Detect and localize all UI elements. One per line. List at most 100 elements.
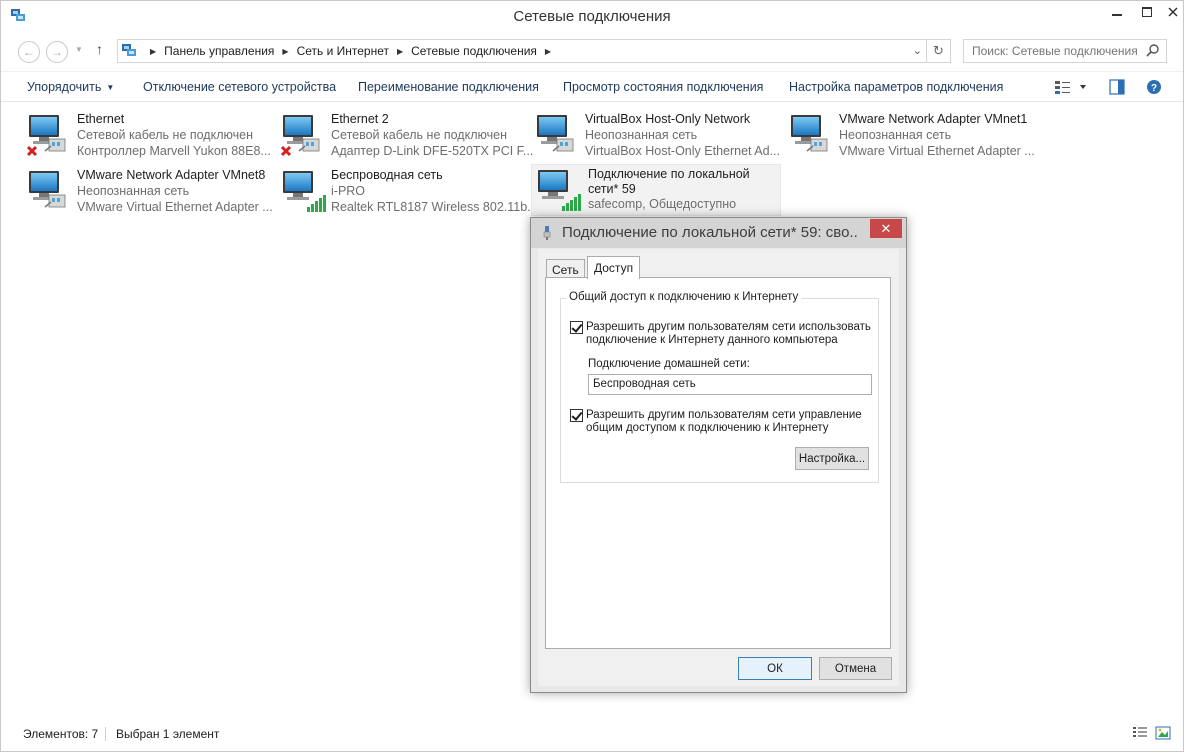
connection-device: VMware Virtual Ethernet Adapter ...: [77, 200, 273, 214]
network-adapter-icon: [543, 226, 551, 240]
connection-name: VirtualBox Host-Only Network: [585, 112, 751, 126]
address-bar[interactable]: ▶ Панель управления ▶ Сеть и Интернет ▶ …: [117, 39, 927, 63]
change-view-button[interactable]: [1053, 79, 1093, 98]
connection-status: safecomp, Общедоступно: [588, 197, 737, 211]
search-input[interactable]: [964, 40, 1140, 62]
group-title: Общий доступ к подключению к Интернету: [566, 291, 802, 303]
help-button[interactable]: ?: [1146, 79, 1162, 98]
tab-sharing[interactable]: Доступ: [587, 256, 641, 279]
rename-connection-button[interactable]: Переименование подключения: [358, 80, 539, 94]
ics-group: Общий доступ к подключению к Интернету Р…: [560, 291, 879, 483]
connection-item-ethernet-2[interactable]: Ethernet 2 Сетевой кабель не подключен А…: [279, 109, 533, 165]
connection-item-wireless[interactable]: Беспроводная сеть i-PRO Realtek RTL8187 …: [279, 165, 538, 221]
command-bar: Упорядочить ▼ Отключение сетевого устройс…: [1, 71, 1183, 102]
ics-settings-button[interactable]: Настройка...: [795, 447, 869, 470]
arrow-up-icon: ↑: [96, 41, 103, 57]
window-title: Сетевые подключения: [513, 8, 671, 25]
wired-disconnected-icon: [280, 111, 329, 157]
close-icon: [1168, 6, 1178, 17]
maximize-icon: [1142, 6, 1152, 17]
arrow-left-icon: ←: [23, 45, 35, 59]
arrow-right-icon: →: [51, 45, 63, 59]
refresh-icon: ↻: [933, 43, 944, 58]
connection-device: VMware Virtual Ethernet Adapter ...: [839, 144, 1035, 158]
selection-count: Выбран 1 элемент: [116, 727, 220, 741]
dialog-title: Подключение по локальной сети* 59: сво..…: [562, 224, 858, 241]
connection-item-vmnet1[interactable]: VMware Network Adapter VMnet1 Неопознанн…: [787, 109, 1037, 165]
control-panel-icon: [122, 44, 136, 56]
change-settings-button[interactable]: Настройка параметров подключения: [789, 80, 1003, 94]
home-network-select[interactable]: Беспроводная сеть: [588, 374, 872, 395]
organize-menu[interactable]: Упорядочить ▼: [27, 80, 114, 94]
connection-item-vmnet8[interactable]: VMware Network Adapter VMnet8 Неопознанн…: [25, 165, 273, 221]
connection-name-line2: сети* 59: [588, 182, 636, 196]
connection-status: Сетевой кабель не подключен: [331, 128, 507, 142]
status-bar: Элементов: 7 Выбран 1 элемент: [1, 723, 1183, 745]
breadcrumb-network-internet[interactable]: Сеть и Интернет: [297, 44, 389, 58]
maximize-button[interactable]: [1133, 1, 1161, 22]
close-button[interactable]: [1162, 1, 1184, 22]
search-icon[interactable]: [1146, 43, 1160, 57]
connection-name: Ethernet: [77, 112, 125, 126]
tab-network[interactable]: Сеть: [546, 259, 585, 278]
ok-button[interactable]: ОК: [738, 657, 812, 680]
up-button[interactable]: ↑: [96, 41, 103, 57]
dialog-body: Сеть Доступ Общий доступ к подключению к…: [538, 249, 899, 686]
allow-control-label[interactable]: Разрешить другим пользователям сети упра…: [586, 409, 876, 435]
details-view-icon[interactable]: [1132, 726, 1148, 740]
organize-label: Упорядочить: [27, 80, 102, 94]
minimize-button[interactable]: [1103, 1, 1131, 22]
sharing-tab-panel: Общий доступ к подключению к Интернету Р…: [545, 277, 891, 649]
connection-status: i-PRO: [331, 184, 366, 198]
allow-share-checkbox[interactable]: [570, 321, 583, 334]
wired-connected-icon: [25, 167, 75, 215]
dialog-close-button[interactable]: ✕: [870, 219, 902, 238]
wireless-signal-icon: [283, 171, 326, 212]
view-status-button[interactable]: Просмотр состояния подключения: [563, 80, 763, 94]
wired-connected-icon: [787, 111, 837, 159]
view-options-icon: [1055, 81, 1086, 94]
connection-name-line1: Подключение по локальной: [588, 167, 750, 181]
address-history-dropdown-icon[interactable]: ⌄: [913, 44, 922, 57]
connection-device: Контроллер Marvell Yukon 88E8...: [77, 144, 271, 158]
connection-status: Неопознанная сеть: [585, 128, 698, 142]
forward-button[interactable]: →: [46, 41, 68, 63]
breadcrumb-separator-icon[interactable]: ▶: [282, 47, 288, 56]
address-row: ← → ▼ ↑ ▶ Панель управления ▶ Сеть и Инт…: [1, 33, 1183, 67]
preview-pane-icon: [1109, 79, 1125, 95]
breadcrumb-network-connections[interactable]: Сетевые подключения: [411, 44, 537, 58]
search-box[interactable]: [963, 39, 1167, 63]
help-icon: ?: [1147, 80, 1161, 94]
allow-control-checkbox[interactable]: [570, 409, 583, 422]
back-button[interactable]: ←: [18, 41, 40, 63]
chevron-down-icon: ▼: [106, 83, 115, 92]
breadcrumb-control-panel[interactable]: Панель управления: [164, 44, 274, 58]
refresh-button[interactable]: ↻: [927, 39, 951, 63]
connection-device: VirtualBox Host-Only Ethernet Ad...: [585, 144, 781, 158]
connection-properties-dialog: Подключение по локальной сети* 59: сво..…: [530, 217, 907, 693]
breadcrumb: ▶ Панель управления ▶ Сеть и Интернет ▶ …: [142, 44, 559, 58]
connection-device: Адаптер D-Link DFE-520TX PCI F...: [331, 144, 534, 158]
connection-status: Неопознанная сеть: [839, 128, 952, 142]
connection-item-virtualbox[interactable]: VirtualBox Host-Only Network Неопознанна…: [533, 109, 781, 165]
connection-name: VMware Network Adapter VMnet1: [839, 112, 1028, 126]
cancel-button[interactable]: Отмена: [819, 657, 892, 680]
preview-pane-button[interactable]: [1109, 79, 1125, 98]
connection-name: Беспроводная сеть: [331, 168, 443, 182]
allow-share-label[interactable]: Разрешить другим пользователям сети испо…: [586, 321, 876, 347]
disable-device-button[interactable]: Отключение сетевого устройства: [143, 80, 336, 94]
connection-item-local-59[interactable]: Подключение по локальной сети* 59 safeco…: [531, 164, 781, 216]
breadcrumb-separator-icon[interactable]: ▶: [150, 47, 156, 56]
wireless-signal-icon: [538, 170, 581, 211]
large-icons-view-icon[interactable]: [1155, 726, 1171, 740]
breadcrumb-separator-icon[interactable]: ▶: [545, 47, 551, 56]
minimize-icon: [1112, 13, 1122, 16]
recent-locations-button[interactable]: ▼: [75, 45, 83, 54]
connection-item-ethernet[interactable]: Ethernet Сетевой кабель не подключен Кон…: [25, 109, 271, 165]
chevron-down-icon: ▼: [75, 45, 83, 54]
close-icon: ✕: [880, 220, 892, 236]
breadcrumb-separator-icon[interactable]: ▶: [397, 47, 403, 56]
wired-connected-icon: [533, 111, 583, 159]
svg-text:?: ?: [1151, 83, 1157, 94]
dialog-title-bar: Подключение по локальной сети* 59: сво..…: [531, 218, 906, 248]
